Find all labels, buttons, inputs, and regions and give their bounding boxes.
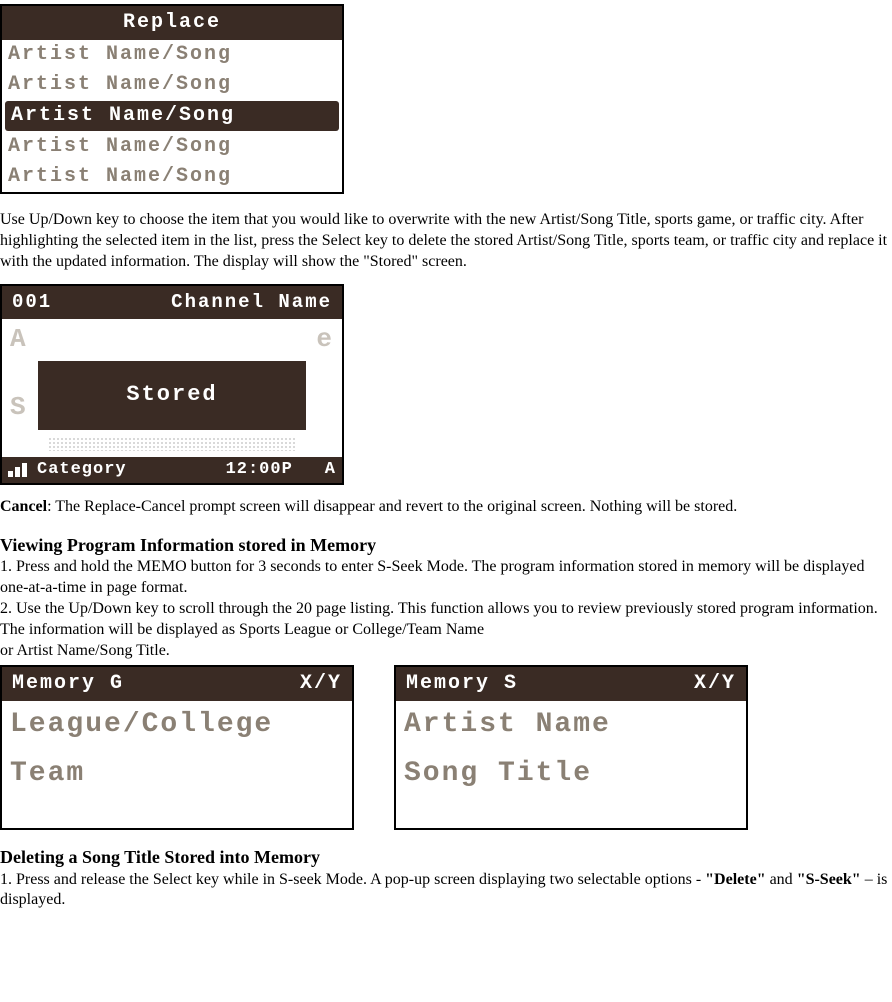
memory-g-header: Memory G X/Y xyxy=(2,667,352,701)
faint-text: e xyxy=(316,323,334,357)
faint-text: A xyxy=(10,323,28,357)
memory-screen-s: Memory S X/Y Artist Name Song Title xyxy=(394,665,748,830)
section-heading-viewing: Viewing Program Information stored in Me… xyxy=(0,534,892,557)
faint-text: S xyxy=(10,391,28,425)
delete-bold-1: "Delete" xyxy=(705,871,765,888)
signal-bars-icon xyxy=(8,463,27,477)
memory-g-line1: League/College xyxy=(2,701,352,749)
footer-time: 12:00P xyxy=(226,459,293,481)
view-step-2: 2. Use the Up/Down key to scroll through… xyxy=(0,599,892,641)
paragraph-replace-instructions: Use Up/Down key to choose the item that … xyxy=(0,210,892,272)
replace-list-item[interactable]: Artist Name/Song xyxy=(2,162,342,192)
cancel-text: : The Replace-Cancel prompt screen will … xyxy=(47,498,737,515)
memory-s-header-left: Memory S xyxy=(406,671,518,697)
stored-screen: 001 Channel Name A e S Stored Category 1… xyxy=(0,284,344,485)
memory-screen-g: Memory G X/Y League/College Team xyxy=(0,665,354,830)
channel-name-label: Channel Name xyxy=(171,290,332,315)
memory-s-header-right: X/Y xyxy=(694,671,736,697)
replace-list-item[interactable]: Artist Name/Song xyxy=(2,132,342,162)
replace-list-item[interactable]: Artist Name/Song xyxy=(2,40,342,70)
memory-g-header-right: X/Y xyxy=(300,671,342,697)
progress-indicator xyxy=(48,437,296,451)
stored-screen-header: 001 Channel Name xyxy=(2,286,342,319)
paragraph-cancel: Cancel: The Replace-Cancel prompt screen… xyxy=(0,497,892,518)
replace-list-item[interactable]: Artist Name/Song xyxy=(5,101,339,131)
delete-step-1: 1. Press and release the Select key whil… xyxy=(0,870,892,912)
delete-text-b: and xyxy=(766,871,797,888)
cancel-label: Cancel xyxy=(0,498,47,515)
view-step-1: 1. Press and hold the MEMO button for 3 … xyxy=(0,557,892,599)
stored-screen-body: A e S Stored xyxy=(2,319,342,457)
footer-category: Category xyxy=(37,459,127,481)
stored-screen-footer: Category 12:00P A xyxy=(2,457,342,483)
section-heading-deleting: Deleting a Song Title Stored into Memory xyxy=(0,846,892,869)
replace-screen: Replace Artist Name/SongArtist Name/Song… xyxy=(0,4,344,194)
channel-number: 001 xyxy=(12,290,52,315)
memory-s-line2: Song Title xyxy=(396,750,746,798)
delete-text-a: 1. Press and release the Select key whil… xyxy=(0,871,705,888)
view-step-2b: or Artist Name/Song Title. xyxy=(0,641,892,662)
memory-g-header-left: Memory G xyxy=(12,671,124,697)
memory-s-line1: Artist Name xyxy=(396,701,746,749)
replace-list-item[interactable]: Artist Name/Song xyxy=(2,70,342,100)
footer-mode: A xyxy=(325,459,336,481)
replace-screen-title: Replace xyxy=(2,6,342,40)
memory-s-header: Memory S X/Y xyxy=(396,667,746,701)
stored-overlay: Stored xyxy=(36,359,308,432)
delete-bold-2: "S-Seek" xyxy=(797,871,861,888)
memory-g-line2: Team xyxy=(2,750,352,798)
